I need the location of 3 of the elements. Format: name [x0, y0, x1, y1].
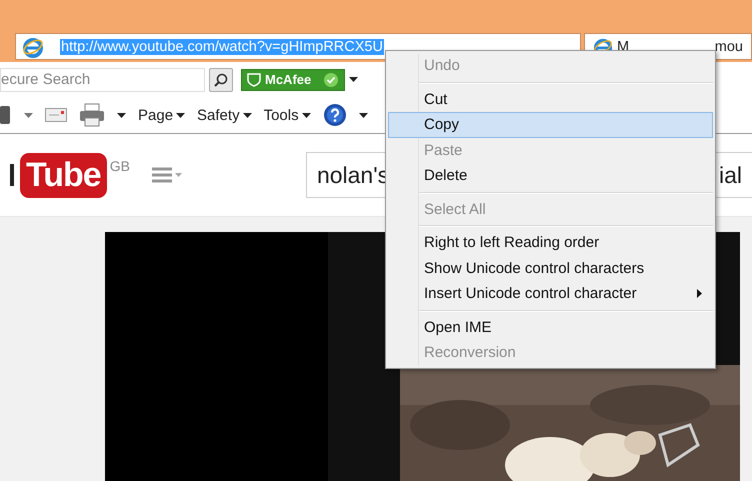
region-label: GB: [110, 158, 130, 174]
url-text: http://www.youtube.com/watch?v=gHImpRRCX5U: [60, 38, 384, 54]
tab-title: mou: [714, 38, 743, 54]
